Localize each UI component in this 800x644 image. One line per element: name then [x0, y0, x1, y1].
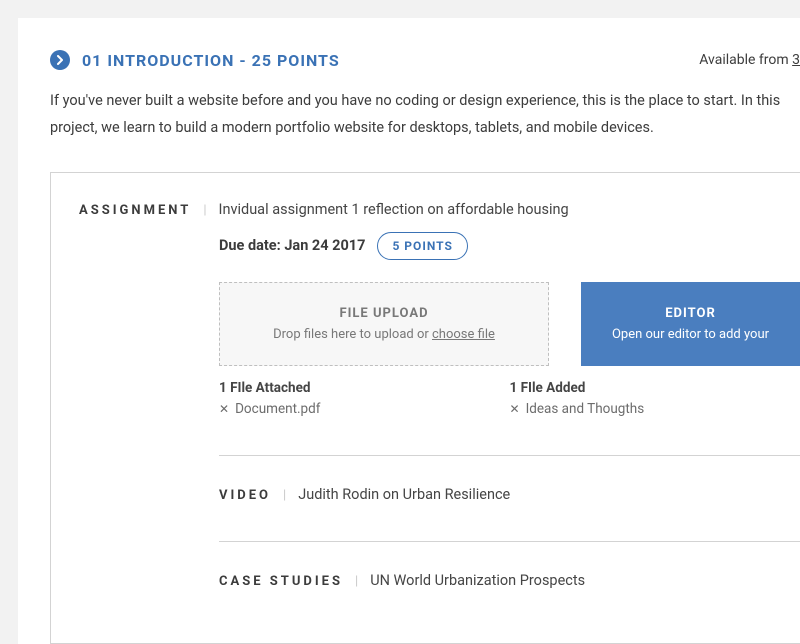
video-title: Judith Rodin on Urban Resilience [298, 486, 510, 503]
file-upload-title: FILE UPLOAD [339, 306, 428, 321]
choose-file-link[interactable]: choose file [432, 327, 495, 342]
page-card: 01 INTRODUCTION - 25 POINTS Available fr… [18, 18, 800, 644]
attached-file-name: Document.pdf [235, 401, 320, 417]
intro-text: If you've never built a website before a… [50, 88, 800, 142]
due-date: Due date: Jan 24 2017 [219, 237, 365, 254]
assignment-row: ASSIGNMENT | Invidual assignment 1 refle… [79, 201, 800, 226]
due-row: Due date: Jan 24 2017 5 POINTS [219, 232, 800, 260]
editor-card[interactable]: EDITOR Open our editor to add your [581, 282, 800, 366]
divider [219, 541, 800, 542]
assignment-box: ASSIGNMENT | Invidual assignment 1 refle… [50, 172, 800, 644]
cards-row: FILE UPLOAD Drop files here to upload or… [219, 282, 800, 366]
available-prefix: Available from [699, 52, 792, 68]
attached-col-left: 1 FIle Attached ✕ Document.pdf [219, 380, 510, 417]
remove-file-button[interactable]: ✕ [510, 402, 520, 416]
case-row: CASE STUDIES | UN World Urbanization Pro… [219, 572, 800, 589]
attached-head: 1 FIle Attached [219, 380, 510, 396]
attached-item: ✕ Ideas and Thougths [510, 401, 800, 417]
separator: | [343, 574, 370, 589]
assignment-title: Invidual assignment 1 reflection on affo… [219, 201, 569, 218]
assignment-detail-block: Due date: Jan 24 2017 5 POINTS FILE UPLO… [79, 232, 800, 589]
section-title: 01 INTRODUCTION - 25 POINTS [82, 51, 340, 70]
separator: | [191, 203, 218, 218]
editor-sub: Open our editor to add your [612, 327, 769, 342]
section-header: 01 INTRODUCTION - 25 POINTS Available fr… [50, 50, 800, 70]
expand-toggle[interactable] [50, 50, 70, 70]
case-title: UN World Urbanization Prospects [370, 572, 585, 589]
video-label: VIDEO [219, 488, 271, 503]
remove-file-button[interactable]: ✕ [219, 402, 229, 416]
available-date[interactable]: 3 [792, 52, 800, 68]
attached-columns: 1 FIle Attached ✕ Document.pdf 1 FIle Ad… [219, 380, 800, 417]
attached-head: 1 FIle Added [510, 380, 800, 396]
editor-title: EDITOR [665, 306, 716, 321]
separator: | [271, 488, 298, 503]
file-upload-dropzone[interactable]: FILE UPLOAD Drop files here to upload or… [219, 282, 549, 366]
video-row: VIDEO | Judith Rodin on Urban Resilience [219, 486, 800, 503]
assignment-label: ASSIGNMENT [79, 203, 191, 218]
file-upload-sub: Drop files here to upload or choose file [273, 327, 495, 342]
attached-item: ✕ Document.pdf [219, 401, 510, 417]
points-pill: 5 POINTS [377, 232, 467, 260]
attached-file-name: Ideas and Thougths [526, 401, 645, 417]
available-from: Available from 3 [699, 52, 800, 68]
attached-col-right: 1 FIle Added ✕ Ideas and Thougths [510, 380, 800, 417]
divider [219, 455, 800, 456]
case-label: CASE STUDIES [219, 574, 343, 589]
chevron-right-icon [56, 55, 64, 65]
